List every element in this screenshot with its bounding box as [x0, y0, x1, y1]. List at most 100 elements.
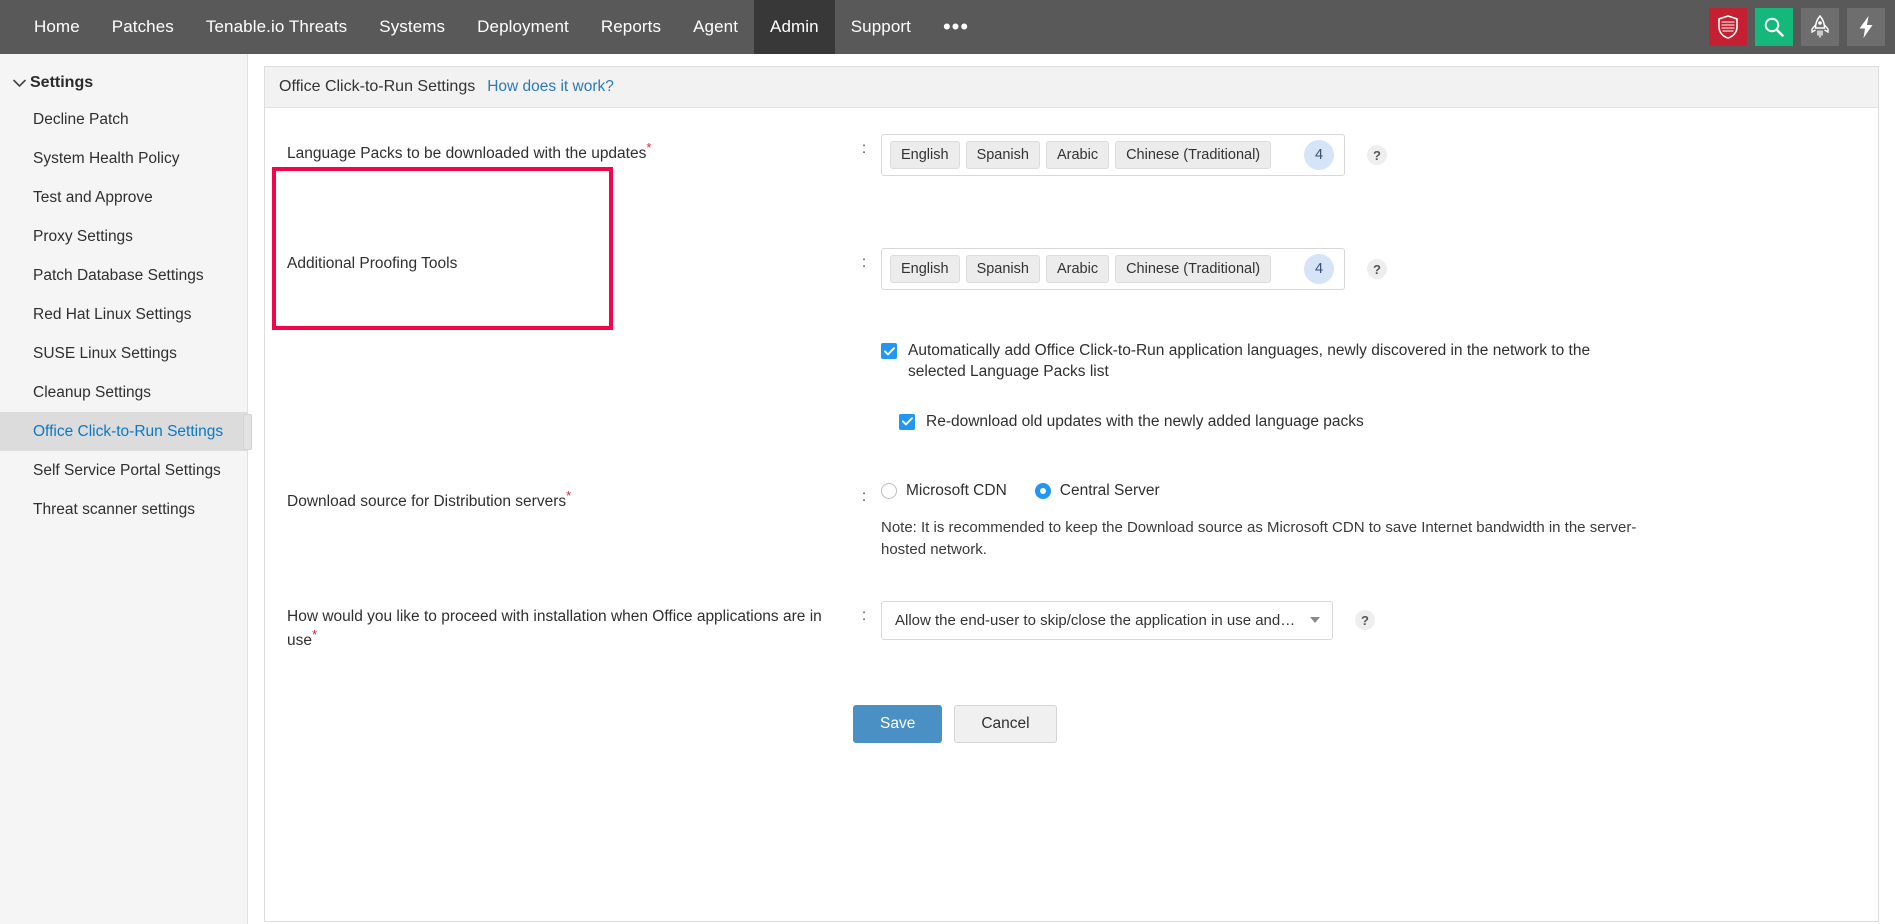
- nav-label: Admin: [770, 17, 819, 36]
- proofing-tools-tag-input[interactable]: English Spanish Arabic Chinese (Traditio…: [881, 248, 1345, 290]
- chevron-down-icon: [1310, 617, 1320, 624]
- sidebar-item-patch-database-settings[interactable]: Patch Database Settings: [0, 256, 247, 295]
- sidebar-item-red-hat-linux-settings[interactable]: Red Hat Linux Settings: [0, 295, 247, 334]
- language-tag[interactable]: Chinese (Traditional): [1115, 141, 1272, 169]
- nav-item-admin[interactable]: Admin: [754, 0, 835, 54]
- app-shell: Settings Decline Patch System Health Pol…: [0, 54, 1895, 924]
- help-icon[interactable]: ?: [1367, 259, 1387, 279]
- sidebar-item-test-and-approve[interactable]: Test and Approve: [0, 178, 247, 217]
- sidebar-item-proxy-settings[interactable]: Proxy Settings: [0, 217, 247, 256]
- language-packs-label-text: Language Packs to be downloaded with the…: [287, 145, 647, 163]
- row-auto-add-checkbox: Automatically add Office Click-to-Run ap…: [287, 340, 1856, 432]
- row-language-packs: Language Packs to be downloaded with the…: [287, 134, 1856, 176]
- how-does-it-work-link[interactable]: How does it work?: [487, 78, 614, 96]
- sidebar-item-label: System Health Policy: [33, 150, 180, 168]
- auto-add-control: Automatically add Office Click-to-Run ap…: [881, 340, 1856, 432]
- nav-item-home[interactable]: Home: [18, 0, 96, 54]
- nav-more-icon[interactable]: •••: [927, 0, 985, 54]
- nav-label: Support: [850, 17, 911, 36]
- sidebar-item-self-service-portal-settings[interactable]: Self Service Portal Settings: [0, 451, 247, 490]
- language-tag[interactable]: Spanish: [965, 255, 1040, 283]
- main-content: Office Click-to-Run Settings How does it…: [248, 54, 1895, 924]
- radio-option-central-server[interactable]: Central Server: [1034, 482, 1160, 500]
- sidebar-item-label: Cleanup Settings: [33, 384, 152, 402]
- proofing-tools-count-badge: 4: [1304, 254, 1334, 284]
- download-source-radio-group: Microsoft CDN Central Server: [881, 482, 1856, 500]
- shield-icon[interactable]: [1709, 8, 1747, 46]
- sidebar-item-label: Patch Database Settings: [33, 267, 204, 285]
- colon-separator: :: [861, 254, 867, 271]
- install-behavior-control: Allow the end-user to skip/close the app…: [881, 600, 1856, 640]
- empty-colon-cell: [847, 340, 881, 346]
- nav-label: Reports: [600, 17, 662, 36]
- colon-separator: :: [861, 488, 867, 506]
- help-icon[interactable]: ?: [1367, 145, 1387, 165]
- nav-right-icons: [1709, 0, 1885, 54]
- nav-item-systems[interactable]: Systems: [363, 0, 461, 54]
- auto-add-checkbox-row[interactable]: Automatically add Office Click-to-Run ap…: [881, 340, 1856, 383]
- save-button[interactable]: Save: [853, 705, 943, 743]
- redownload-checkbox-label: Re-download old updates with the newly a…: [926, 412, 1364, 430]
- nav-item-tenable-io-threats[interactable]: Tenable.io Threats: [190, 0, 363, 54]
- sidebar-item-office-click-to-run-settings[interactable]: Office Click-to-Run Settings: [0, 412, 247, 452]
- language-tag[interactable]: Arabic: [1045, 141, 1110, 169]
- nav-label: Home: [34, 17, 80, 36]
- radio-option-microsoft-cdn[interactable]: Microsoft CDN: [881, 482, 1007, 500]
- nav-item-agent[interactable]: Agent: [677, 0, 754, 54]
- sidebar-item-cleanup-settings[interactable]: Cleanup Settings: [0, 373, 247, 412]
- radio-central-server[interactable]: [1034, 483, 1051, 500]
- sidebar-item-label: Proxy Settings: [33, 228, 133, 246]
- download-source-label-text: Download source for Distribution servers: [287, 493, 567, 511]
- install-behavior-dropdown[interactable]: Allow the end-user to skip/close the app…: [881, 600, 1333, 640]
- language-tag[interactable]: English: [890, 255, 960, 283]
- sidebar-item-decline-patch[interactable]: Decline Patch: [0, 100, 247, 139]
- nav-label: Patches: [111, 17, 174, 36]
- nav-item-patches[interactable]: Patches: [96, 0, 190, 54]
- nav-item-support[interactable]: Support: [835, 0, 927, 54]
- redownload-checkbox[interactable]: [899, 413, 915, 430]
- sidebar-item-system-health-policy[interactable]: System Health Policy: [0, 139, 247, 178]
- auto-add-checkbox[interactable]: [881, 343, 897, 359]
- colon-separator: :: [861, 140, 867, 157]
- redownload-checkbox-row[interactable]: Re-download old updates with the newly a…: [899, 411, 1856, 432]
- language-tag[interactable]: Chinese (Traditional): [1115, 255, 1272, 283]
- radio-microsoft-cdn[interactable]: [881, 483, 897, 500]
- install-behavior-selected-value: Allow the end-user to skip/close the app…: [895, 611, 1333, 629]
- empty-label-cell: [287, 340, 847, 346]
- nav-item-reports[interactable]: Reports: [585, 0, 677, 54]
- rocket-icon[interactable]: [1801, 8, 1839, 46]
- search-icon[interactable]: [1755, 8, 1793, 46]
- radio-label: Microsoft CDN: [906, 482, 1007, 500]
- cancel-button[interactable]: Cancel: [954, 705, 1057, 743]
- required-asterisk: *: [312, 626, 318, 642]
- install-behavior-label: How would you like to proceed with insta…: [287, 601, 847, 651]
- sidebar-resize-handle[interactable]: [243, 414, 252, 450]
- nav-label: Agent: [693, 17, 739, 36]
- nav-item-deployment[interactable]: Deployment: [461, 0, 585, 54]
- row-proofing-tools: Additional Proofing Tools : English Span…: [287, 248, 1856, 290]
- proofing-tools-line: English Spanish Arabic Chinese (Traditio…: [881, 248, 1856, 290]
- settings-panel: Office Click-to-Run Settings How does it…: [264, 66, 1879, 922]
- language-tag[interactable]: English: [890, 141, 960, 169]
- bolt-icon[interactable]: [1847, 8, 1885, 46]
- row-download-source: Download source for Distribution servers…: [287, 482, 1856, 561]
- settings-form: Language Packs to be downloaded with the…: [265, 108, 1878, 743]
- sidebar-item-threat-scanner-settings[interactable]: Threat scanner settings: [0, 490, 247, 529]
- language-packs-line: English Spanish Arabic Chinese (Traditio…: [881, 134, 1856, 176]
- help-icon[interactable]: ?: [1355, 610, 1375, 631]
- language-packs-tag-input[interactable]: English Spanish Arabic Chinese (Traditio…: [881, 134, 1345, 176]
- sidebar-item-suse-linux-settings[interactable]: SUSE Linux Settings: [0, 334, 247, 373]
- sidebar-header-settings[interactable]: Settings: [0, 66, 247, 100]
- sidebar-item-label: Self Service Portal Settings: [33, 462, 221, 480]
- sidebar-item-label: Decline Patch: [33, 111, 129, 128]
- language-packs-count-badge: 4: [1304, 140, 1334, 170]
- language-tag[interactable]: Spanish: [965, 141, 1040, 169]
- language-packs-label: Language Packs to be downloaded with the…: [287, 134, 847, 164]
- language-tag[interactable]: Arabic: [1045, 255, 1110, 283]
- required-asterisk: *: [646, 140, 652, 155]
- nav-items: Home Patches Tenable.io Threats Systems …: [0, 0, 985, 54]
- sidebar-item-label: Red Hat Linux Settings: [33, 306, 192, 324]
